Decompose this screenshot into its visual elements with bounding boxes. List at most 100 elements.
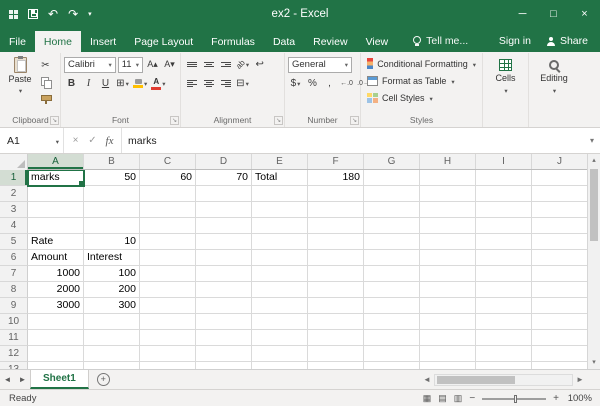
- cell-F12[interactable]: [308, 346, 364, 362]
- cell-D9[interactable]: [196, 298, 252, 314]
- cell-H1[interactable]: [420, 170, 476, 186]
- wrap-text-button[interactable]: ↩: [252, 57, 267, 73]
- cell-G2[interactable]: [364, 186, 420, 202]
- customize-qat-icon[interactable]: ▾: [88, 11, 92, 18]
- cell-E1[interactable]: Total: [252, 170, 308, 186]
- cell-D5[interactable]: [196, 234, 252, 250]
- insert-function-button[interactable]: fx: [102, 135, 117, 147]
- row-header-3[interactable]: 3: [0, 202, 28, 218]
- cell-E9[interactable]: [252, 298, 308, 314]
- cell-E11[interactable]: [252, 330, 308, 346]
- cell-I3[interactable]: [476, 202, 532, 218]
- cell-G11[interactable]: [364, 330, 420, 346]
- cell-B6[interactable]: Interest: [84, 250, 140, 266]
- cell-styles-button[interactable]: Cell Styles: [364, 89, 479, 106]
- tab-formulas[interactable]: Formulas: [202, 31, 264, 52]
- cell-I6[interactable]: [476, 250, 532, 266]
- cell-E8[interactable]: [252, 282, 308, 298]
- cell-F13[interactable]: [308, 362, 364, 369]
- cell-I13[interactable]: [476, 362, 532, 369]
- clipboard-dialog-launcher-icon[interactable]: [50, 116, 59, 125]
- cell-E13[interactable]: [252, 362, 308, 369]
- vertical-scroll-track[interactable]: [588, 167, 600, 356]
- cell-F5[interactable]: [308, 234, 364, 250]
- vertical-scroll-thumb[interactable]: [590, 169, 598, 241]
- increase-decimal-button[interactable]: ←.0: [339, 76, 354, 92]
- cell-B4[interactable]: [84, 218, 140, 234]
- row-header-11[interactable]: 11: [0, 330, 28, 346]
- comma-style-button[interactable]: ,: [322, 76, 337, 92]
- row-header-2[interactable]: 2: [0, 186, 28, 202]
- cell-A4[interactable]: [28, 218, 84, 234]
- cell-H4[interactable]: [420, 218, 476, 234]
- name-box[interactable]: A1: [0, 128, 64, 153]
- cell-F9[interactable]: [308, 298, 364, 314]
- horizontal-scrollbar[interactable]: ◄ ►: [420, 370, 600, 389]
- cell-A5[interactable]: Rate: [28, 234, 84, 250]
- cell-A13[interactable]: [28, 362, 84, 369]
- cell-B7[interactable]: 100: [84, 266, 140, 282]
- row-header-6[interactable]: 6: [0, 250, 28, 266]
- cell-I1[interactable]: [476, 170, 532, 186]
- share-button[interactable]: Share: [547, 35, 588, 47]
- sign-in-button[interactable]: Sign in: [499, 35, 531, 47]
- zoom-slider[interactable]: [482, 398, 546, 400]
- cell-G1[interactable]: [364, 170, 420, 186]
- cell-F2[interactable]: [308, 186, 364, 202]
- tab-insert[interactable]: Insert: [81, 31, 125, 52]
- sheet-tab-sheet1[interactable]: Sheet1: [30, 370, 89, 389]
- cell-C8[interactable]: [140, 282, 196, 298]
- align-left-button[interactable]: [184, 76, 199, 92]
- font-size-select[interactable]: 11: [118, 57, 143, 73]
- cell-E4[interactable]: [252, 218, 308, 234]
- cell-F3[interactable]: [308, 202, 364, 218]
- row-header-13[interactable]: 13: [0, 362, 28, 369]
- cell-J3[interactable]: [532, 202, 588, 218]
- percent-style-button[interactable]: %: [305, 76, 320, 92]
- font-color-button[interactable]: A: [150, 76, 166, 92]
- cell-D3[interactable]: [196, 202, 252, 218]
- cell-I12[interactable]: [476, 346, 532, 362]
- column-header-B[interactable]: B: [84, 154, 140, 169]
- undo-icon[interactable]: ↶: [48, 8, 58, 20]
- row-header-8[interactable]: 8: [0, 282, 28, 298]
- bold-button[interactable]: B: [64, 76, 79, 92]
- column-header-F[interactable]: F: [308, 154, 364, 169]
- orientation-button[interactable]: ab: [235, 57, 250, 73]
- borders-button[interactable]: ⊞: [115, 76, 130, 92]
- cell-D12[interactable]: [196, 346, 252, 362]
- cell-E3[interactable]: [252, 202, 308, 218]
- cells-button[interactable]: Cells: [486, 55, 525, 95]
- column-header-D[interactable]: D: [196, 154, 252, 169]
- middle-align-button[interactable]: [201, 57, 216, 73]
- cell-H9[interactable]: [420, 298, 476, 314]
- merge-center-button[interactable]: ⊟: [235, 76, 250, 92]
- cell-J2[interactable]: [532, 186, 588, 202]
- close-button[interactable]: ×: [569, 0, 600, 28]
- cell-A12[interactable]: [28, 346, 84, 362]
- cancel-entry-icon[interactable]: ×: [68, 135, 83, 146]
- cell-A11[interactable]: [28, 330, 84, 346]
- cell-J9[interactable]: [532, 298, 588, 314]
- formula-bar-expand-icon[interactable]: ▾: [584, 128, 600, 153]
- cell-E10[interactable]: [252, 314, 308, 330]
- page-break-view-icon[interactable]: ▥: [454, 394, 463, 403]
- normal-view-icon[interactable]: ▦: [423, 394, 432, 403]
- cell-B9[interactable]: 300: [84, 298, 140, 314]
- cell-I9[interactable]: [476, 298, 532, 314]
- formula-input[interactable]: marks: [122, 128, 584, 153]
- cell-H11[interactable]: [420, 330, 476, 346]
- decrease-font-size-button[interactable]: A▾: [162, 57, 177, 73]
- tab-file[interactable]: File: [0, 31, 35, 52]
- cell-B1[interactable]: 50: [84, 170, 140, 186]
- cell-E12[interactable]: [252, 346, 308, 362]
- cell-F11[interactable]: [308, 330, 364, 346]
- cell-C10[interactable]: [140, 314, 196, 330]
- cell-D10[interactable]: [196, 314, 252, 330]
- cell-B3[interactable]: [84, 202, 140, 218]
- cell-F1[interactable]: 180: [308, 170, 364, 186]
- zoom-out-button[interactable]: −: [469, 393, 475, 404]
- cell-F6[interactable]: [308, 250, 364, 266]
- cell-I2[interactable]: [476, 186, 532, 202]
- cell-H6[interactable]: [420, 250, 476, 266]
